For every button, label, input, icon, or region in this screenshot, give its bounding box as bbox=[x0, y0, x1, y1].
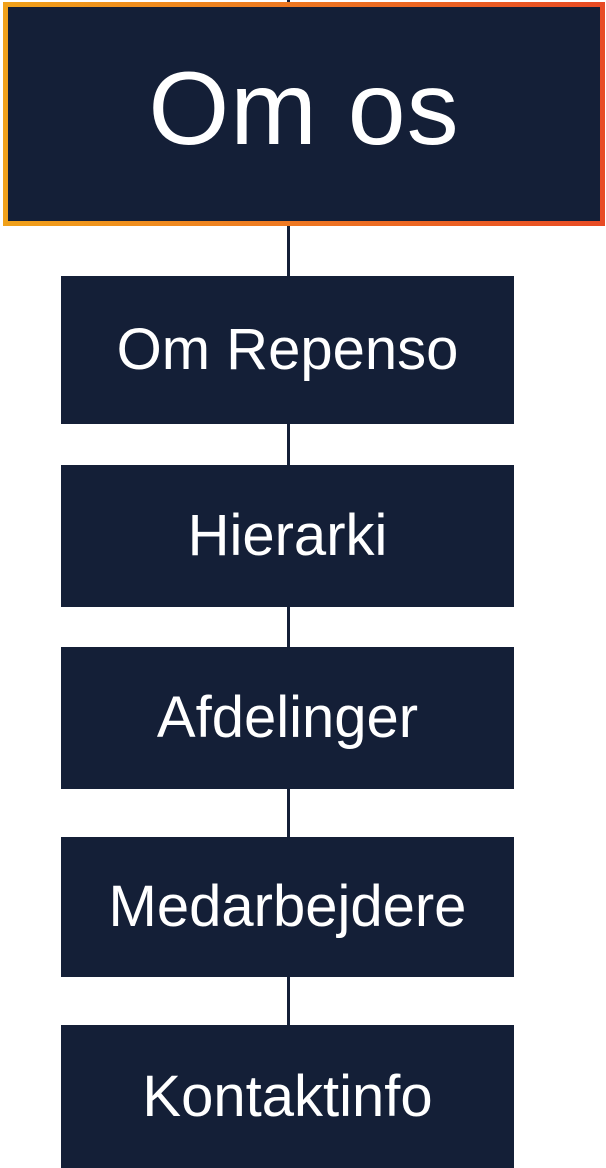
menu-item-label: Hierarki bbox=[187, 503, 388, 568]
menu-item-label: Medarbejdere bbox=[108, 874, 467, 939]
menu-item-afdelinger[interactable]: Afdelinger bbox=[61, 647, 514, 789]
header-box[interactable]: Om os bbox=[3, 2, 605, 226]
menu-item-label: Om Repenso bbox=[116, 317, 459, 382]
menu-item-hierarki[interactable]: Hierarki bbox=[61, 465, 514, 607]
menu-item-label: Kontaktinfo bbox=[142, 1063, 433, 1129]
page-title: Om os bbox=[148, 51, 460, 167]
menu-item-kontaktinfo[interactable]: Kontaktinfo bbox=[61, 1025, 514, 1168]
menu-item-om-repenso[interactable]: Om Repenso bbox=[61, 276, 514, 424]
menu-item-label: Afdelinger bbox=[156, 685, 419, 750]
menu-item-medarbejdere[interactable]: Medarbejdere bbox=[61, 837, 514, 977]
